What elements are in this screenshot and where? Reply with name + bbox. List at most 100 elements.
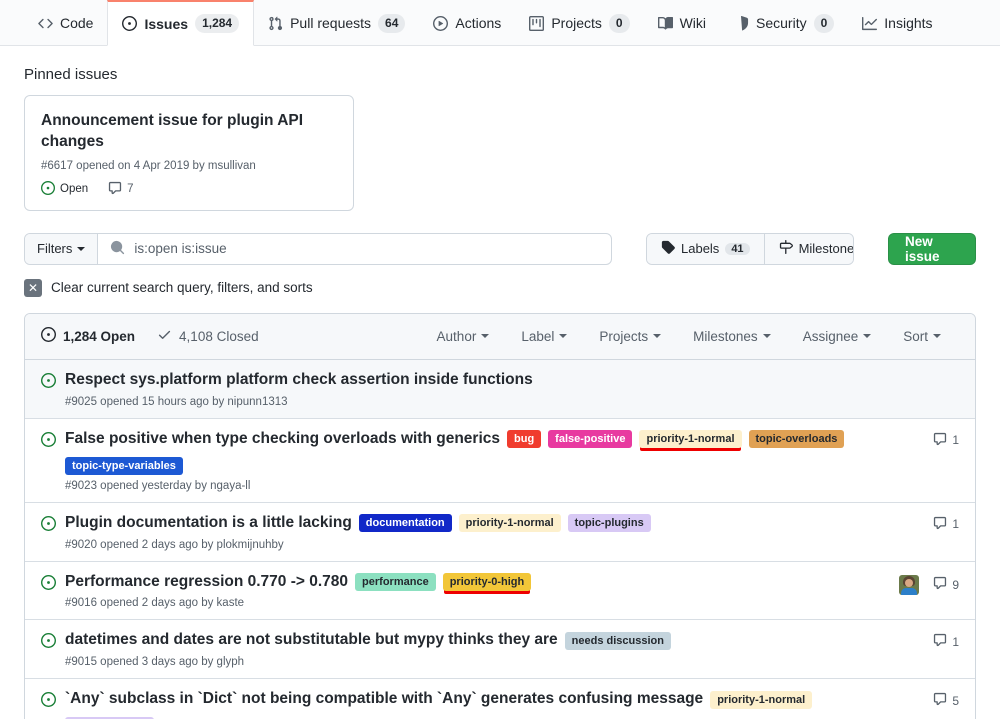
pinned-issue-comment-count[interactable]: 7 — [108, 181, 134, 198]
issue-title-line: Performance regression 0.770 -> 0.780 per… — [65, 572, 869, 593]
pinned-issue-card[interactable]: Announcement issue for plugin API change… — [24, 95, 354, 211]
issue-comment-count[interactable]: 1 — [933, 633, 959, 650]
filter-dropdown-milestones[interactable]: Milestones — [693, 329, 771, 344]
issue-title[interactable]: Plugin documentation is a little lacking — [65, 513, 352, 534]
labels-count: 41 — [725, 242, 750, 255]
filter-dropdown-label: Label — [521, 328, 555, 344]
chevron-down-icon — [559, 334, 568, 339]
issue-comment-count[interactable]: 5 — [933, 692, 959, 709]
search-container: Filters is:open is:issue — [24, 232, 612, 265]
tab-pull-requests[interactable]: Pull requests 64 — [254, 0, 419, 46]
issue-row-main: False positive when type checking overlo… — [65, 429, 869, 492]
chevron-down-icon — [863, 334, 872, 339]
issue-title[interactable]: False positive when type checking overlo… — [65, 429, 500, 450]
issue-label[interactable]: topic-type-variables — [65, 456, 183, 475]
issue-label[interactable]: performance — [355, 572, 436, 591]
filter-dropdown-projects[interactable]: Projects — [599, 329, 662, 344]
issue-label[interactable]: needs discussion — [564, 631, 671, 650]
open-issues-tab[interactable]: 1,284 Open — [41, 327, 135, 345]
filter-dropdown-assignee[interactable]: Assignee — [803, 329, 872, 344]
issue-comment-count[interactable]: 9 — [933, 576, 959, 593]
search-input[interactable]: is:open is:issue — [98, 234, 611, 264]
clear-search-row[interactable]: ✕ Clear current search query, filters, a… — [24, 278, 976, 297]
repository-tab-nav: Code Issues 1,284 Pull requests 64 Actions Pro… — [0, 0, 1000, 46]
tab-label: Actions — [455, 15, 502, 31]
pinned-issue-state: Open — [41, 180, 88, 198]
comment-icon — [933, 432, 947, 449]
issue-row[interactable]: `Any` subclass in `Dict` not being compa… — [25, 679, 975, 719]
issue-row[interactable]: Respect sys.platform platform check asse… — [25, 359, 975, 419]
issue-title[interactable]: Respect sys.platform platform check asse… — [65, 370, 533, 391]
issue-row[interactable]: Plugin documentation is a little lacking… — [25, 503, 975, 562]
labels-button[interactable]: Labels 41 — [647, 233, 764, 264]
issue-label[interactable]: documentation — [358, 514, 452, 533]
filter-dropdown-label[interactable]: Label — [521, 328, 568, 344]
comment-icon — [933, 516, 947, 533]
issue-label[interactable]: priority-1-normal — [458, 514, 561, 533]
issue-label[interactable]: topic-plugins — [567, 514, 651, 533]
pinned-issue-title[interactable]: Announcement issue for plugin API change… — [41, 110, 337, 153]
assignee-avatar[interactable] — [899, 574, 920, 595]
filters-label: Filters — [37, 241, 73, 257]
new-issue-button[interactable]: New issue — [887, 232, 976, 265]
issue-label[interactable]: priority-1-normal — [639, 430, 742, 449]
git-pull-request-icon — [268, 16, 283, 31]
issue-label[interactable]: priority-1-normal — [710, 690, 813, 709]
open-issues-label: 1,284 Open — [63, 328, 136, 344]
issue-title[interactable]: `Any` subclass in `Dict` not being compa… — [65, 689, 703, 710]
issue-row[interactable]: datetimes and dates are not substitutabl… — [25, 620, 975, 680]
issue-label[interactable]: priority-0-high — [442, 572, 532, 591]
issue-opened-icon — [122, 16, 138, 31]
tab-counter: 1,284 — [195, 14, 240, 33]
tab-issues[interactable]: Issues 1,284 — [107, 0, 255, 46]
chevron-down-icon — [933, 334, 941, 339]
issue-label[interactable]: false-positive — [548, 430, 633, 449]
issue-title-line: Respect sys.platform platform check asse… — [65, 370, 869, 391]
issues-filter-bar: Filters is:open is:issue Labels 41 Miles… — [24, 232, 976, 265]
comment-icon — [108, 181, 122, 198]
chevron-down-icon — [481, 334, 490, 339]
issue-row-right: 9 — [869, 572, 959, 595]
chevron-down-icon — [653, 334, 662, 339]
issue-row-right: 1 — [869, 630, 959, 650]
issue-opened-icon — [41, 572, 65, 590]
close-x-icon[interactable]: ✕ — [24, 278, 42, 297]
issue-label[interactable]: bug — [507, 430, 542, 449]
labels-button-label: Labels — [681, 241, 720, 257]
closed-issues-tab[interactable]: 4,108 Closed — [157, 327, 259, 345]
issue-row-right: 1 — [869, 513, 959, 533]
pinned-issue-footer: Open 7 — [41, 180, 337, 198]
filters-dropdown-button[interactable]: Filters — [25, 233, 99, 264]
issue-row[interactable]: False positive when type checking overlo… — [25, 419, 975, 503]
issue-opened-icon — [41, 630, 65, 649]
issue-comment-count[interactable]: 1 — [933, 516, 959, 533]
milestone-icon — [779, 240, 793, 257]
book-icon — [657, 16, 673, 31]
issue-meta: #9023 opened yesterday by ngaya-ll — [65, 479, 251, 492]
filter-dropdown-label: Assignee — [802, 328, 859, 344]
milestones-button-label: Milestones — [798, 241, 854, 257]
milestones-button[interactable]: Milestones 0 — [763, 233, 854, 264]
search-input-value: is:open is:issue — [134, 241, 227, 257]
issue-comment-count[interactable]: 1 — [933, 432, 959, 449]
issue-title[interactable]: datetimes and dates are not substitutabl… — [65, 630, 558, 651]
issue-row-main: Performance regression 0.770 -> 0.780 per… — [65, 572, 869, 609]
tab-security[interactable]: Security 0 — [720, 0, 848, 46]
filter-dropdown-author[interactable]: Author — [437, 329, 490, 344]
tab-label: Insights — [884, 15, 933, 31]
tab-insights[interactable]: Insights — [848, 0, 946, 46]
tab-label: Issues — [144, 15, 189, 32]
tab-code[interactable]: Code — [24, 0, 107, 46]
issue-title[interactable]: Performance regression 0.770 -> 0.780 — [65, 572, 348, 593]
filter-dropdown-sort[interactable]: Sort — [903, 329, 941, 344]
tab-label: Security — [756, 15, 807, 31]
tab-actions[interactable]: Actions — [419, 0, 515, 46]
tab-wiki[interactable]: Wiki — [644, 0, 720, 46]
tag-icon — [661, 240, 675, 257]
tab-label: Projects — [551, 15, 602, 31]
issue-opened-icon — [41, 429, 65, 447]
issue-row[interactable]: Performance regression 0.770 -> 0.780 per… — [25, 562, 975, 621]
issue-label[interactable]: topic-overloads — [748, 430, 845, 449]
issue-opened-icon — [41, 327, 56, 345]
tab-projects[interactable]: Projects 0 — [515, 0, 643, 46]
